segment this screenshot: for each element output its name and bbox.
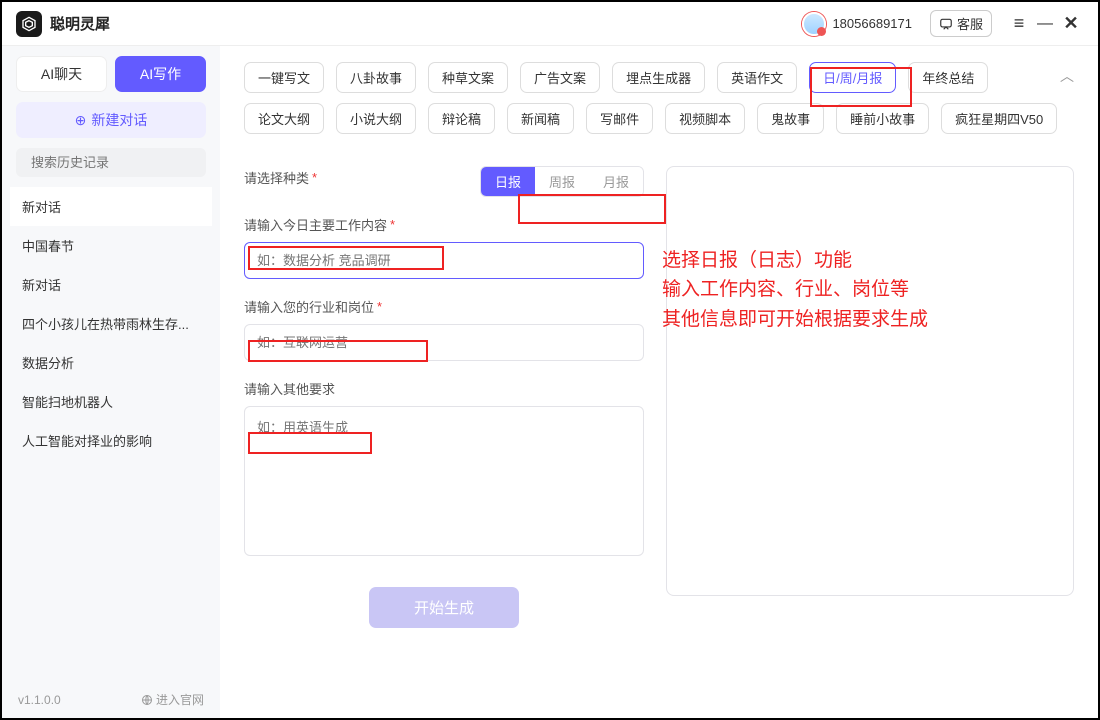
close-icon[interactable]: ✕ — [1058, 13, 1084, 34]
history-item[interactable]: 智能扫地机器人 — [10, 382, 212, 421]
work-content-input[interactable] — [244, 242, 644, 279]
chip[interactable]: 八卦故事 — [336, 62, 416, 93]
app-logo — [16, 11, 42, 37]
chip[interactable]: 年终总结 — [908, 62, 988, 93]
report-type-segment: 日报 周报 月报 — [480, 166, 644, 197]
industry-input[interactable] — [244, 324, 644, 361]
template-chips: 一键写文 八卦故事 种草文案 广告文案 埋点生成器 英语作文 日/周/月报 年终… — [244, 62, 1074, 93]
tab-ai-chat[interactable]: AI聊天 — [16, 56, 107, 92]
history-list: 新对话 中国春节 新对话 四个小孩儿在热带雨林生存... 数据分析 智能扫地机器… — [10, 187, 212, 685]
seg-daily[interactable]: 日报 — [481, 167, 535, 196]
history-item[interactable]: 数据分析 — [10, 343, 212, 382]
content: 一键写文 八卦故事 种草文案 广告文案 埋点生成器 英语作文 日/周/月报 年终… — [220, 46, 1098, 718]
titlebar: 聪明灵犀 18056689171 客服 ≡ — ✕ — [2, 2, 1098, 46]
history-item[interactable]: 中国春节 — [10, 226, 212, 265]
new-chat-label: 新建对话 — [91, 110, 147, 130]
other-req-input[interactable] — [244, 406, 644, 556]
customer-service-button[interactable]: 客服 — [930, 10, 992, 37]
minimize-icon[interactable]: — — [1032, 15, 1058, 33]
search-input[interactable] — [31, 155, 207, 170]
chip[interactable]: 鬼故事 — [757, 103, 824, 134]
output-panel — [666, 166, 1074, 596]
chip[interactable]: 新闻稿 — [507, 103, 574, 134]
chip[interactable]: 写邮件 — [586, 103, 653, 134]
chip[interactable]: 视频脚本 — [665, 103, 745, 134]
chip[interactable]: 埋点生成器 — [612, 62, 705, 93]
official-site-label: 进入官网 — [156, 691, 204, 708]
new-chat-button[interactable]: ⊕ 新建对话 — [16, 102, 206, 138]
user-phone: 18056689171 — [832, 16, 912, 31]
chip[interactable]: 一键写文 — [244, 62, 324, 93]
official-site-link[interactable]: 进入官网 — [141, 691, 204, 708]
tab-ai-write[interactable]: AI写作 — [115, 56, 206, 92]
seg-weekly[interactable]: 周报 — [535, 167, 589, 196]
type-label: 请选择种类* — [244, 168, 317, 187]
chip[interactable]: 广告文案 — [520, 62, 600, 93]
app-title: 聪明灵犀 — [50, 13, 110, 34]
chip[interactable]: 辩论稿 — [428, 103, 495, 134]
sidebar: AI聊天 AI写作 ⊕ 新建对话 新对话 中国春节 新对话 四个小孩儿在热带雨林… — [2, 46, 220, 718]
industry-label: 请输入您的行业和岗位* — [244, 297, 644, 316]
chip[interactable]: 小说大纲 — [336, 103, 416, 134]
generate-button[interactable]: 开始生成 — [369, 587, 519, 628]
chip[interactable]: 睡前小故事 — [836, 103, 929, 134]
history-item[interactable]: 新对话 — [10, 187, 212, 226]
version-label: v1.1.0.0 — [18, 693, 61, 707]
history-item[interactable]: 人工智能对择业的影响 — [10, 421, 212, 460]
globe-icon — [141, 694, 153, 706]
customer-service-label: 客服 — [957, 14, 983, 33]
seg-monthly[interactable]: 月报 — [589, 167, 643, 196]
menu-icon[interactable]: ≡ — [1006, 13, 1032, 34]
collapse-icon[interactable]: ︿ — [1060, 66, 1074, 86]
work-content-label: 请输入今日主要工作内容* — [244, 215, 644, 234]
search-box[interactable] — [16, 148, 206, 177]
chip[interactable]: 英语作文 — [717, 62, 797, 93]
avatar[interactable] — [802, 12, 826, 36]
chip-report[interactable]: 日/周/月报 — [809, 62, 896, 93]
history-item[interactable]: 新对话 — [10, 265, 212, 304]
chip[interactable]: 论文大纲 — [244, 103, 324, 134]
chip[interactable]: 疯狂星期四V50 — [941, 103, 1057, 134]
other-req-label: 请输入其他要求 — [244, 379, 644, 398]
chip[interactable]: 种草文案 — [428, 62, 508, 93]
plus-icon: ⊕ — [75, 112, 87, 129]
history-item[interactable]: 四个小孩儿在热带雨林生存... — [10, 304, 212, 343]
